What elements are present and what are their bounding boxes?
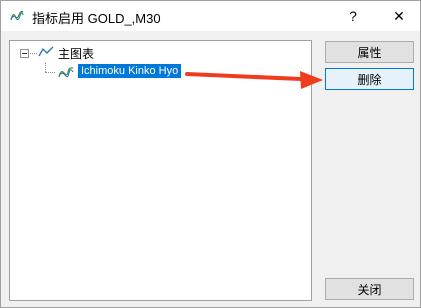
close-window-button[interactable]: ✕ — [377, 1, 421, 31]
collapse-toggle[interactable] — [20, 49, 29, 58]
properties-button[interactable]: 属性 — [325, 41, 414, 63]
chart-line-icon — [38, 46, 54, 57]
tree-connector — [45, 72, 55, 73]
indicator-tree[interactable]: 主图表 Ichimoku Kinko Hyo — [9, 40, 312, 301]
indicator-icon — [58, 67, 74, 78]
tree-connector — [45, 63, 46, 72]
help-button[interactable]: ? — [331, 1, 375, 31]
tree-item-main-chart[interactable]: 主图表 — [58, 45, 94, 62]
window-title: 指标启用 GOLD_,M30 — [32, 11, 161, 26]
close-button[interactable]: 关闭 — [325, 278, 414, 300]
indicator-icon — [10, 10, 24, 21]
indicator-dialog: 指标启用 GOLD_,M30 ? ✕ 主图表 Ichimoku Kinko Hy… — [0, 0, 421, 308]
delete-button[interactable]: 删除 — [325, 68, 414, 90]
title-bar: 指标启用 GOLD_,M30 ? ✕ — [1, 1, 420, 31]
tree-item-ichimoku[interactable]: Ichimoku Kinko Hyo — [78, 64, 182, 78]
tree-connector — [30, 53, 37, 54]
